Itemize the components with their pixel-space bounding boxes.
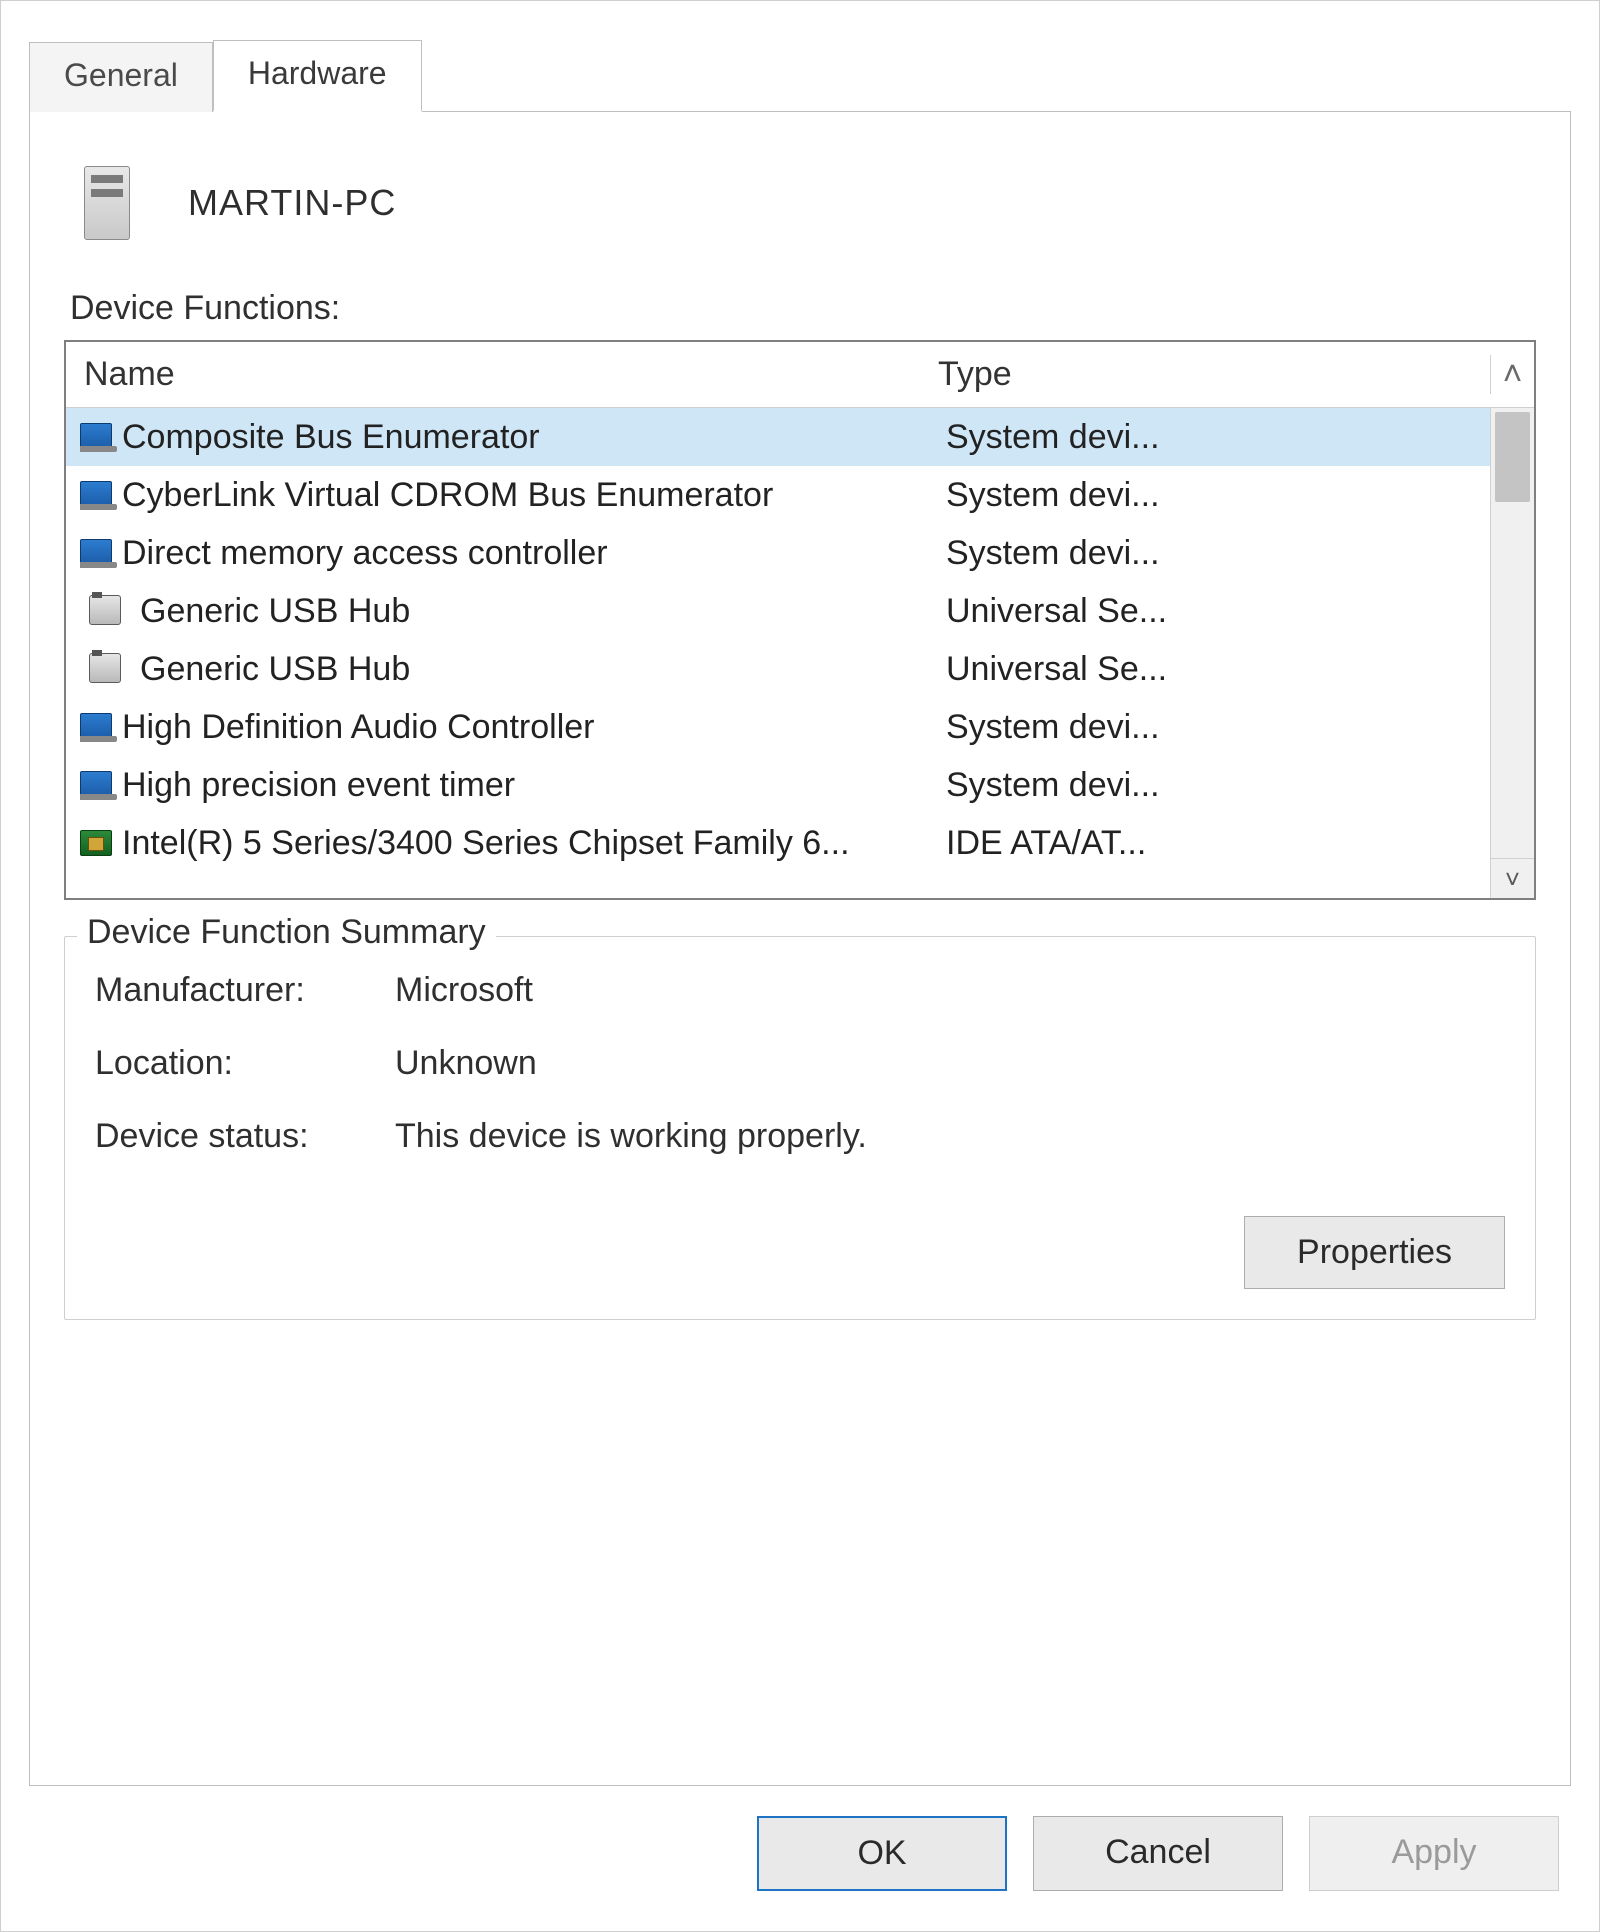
device-name-cell: Intel(R) 5 Series/3400 Series Chipset Fa…	[80, 824, 926, 863]
system-device-icon	[80, 771, 112, 799]
device-name: Composite Bus Enumerator	[122, 418, 540, 457]
device-functions-list[interactable]: Name Type ˄ Composite Bus Enumerator Syst…	[64, 340, 1536, 900]
properties-button[interactable]: Properties	[1244, 1216, 1505, 1289]
device-name: Generic USB Hub	[140, 592, 410, 631]
summary-title: Device Function Summary	[77, 913, 496, 952]
device-row[interactable]: Generic USB Hub Universal Se...	[66, 582, 1490, 640]
chipset-device-icon	[80, 830, 112, 856]
scroll-up-button[interactable]: ˄	[1490, 355, 1534, 394]
device-row[interactable]: CyberLink Virtual CDROM Bus Enumerator Sy…	[66, 466, 1490, 524]
computer-icon	[78, 160, 148, 245]
device-type: System devi...	[934, 766, 1490, 805]
tab-hardware[interactable]: Hardware	[213, 40, 422, 112]
tab-strip: General Hardware	[1, 1, 1599, 111]
hardware-panel: MARTIN-PC Device Functions: Name Type ˄ …	[29, 111, 1571, 1786]
device-status-value: This device is working properly.	[395, 1117, 1505, 1156]
device-name-cell: Generic USB Hub	[80, 650, 926, 689]
device-type: IDE ATA/AT...	[934, 824, 1490, 863]
usb-device-icon	[89, 653, 121, 683]
location-value: Unknown	[395, 1044, 1505, 1083]
device-name: High precision event timer	[122, 766, 515, 805]
ok-button[interactable]: OK	[757, 1816, 1007, 1891]
device-name: Generic USB Hub	[140, 650, 410, 689]
computer-header: MARTIN-PC	[78, 160, 1536, 245]
device-name-cell: CyberLink Virtual CDROM Bus Enumerator	[80, 476, 926, 515]
device-function-summary-group: Device Function Summary Manufacturer: Mi…	[64, 936, 1536, 1320]
scroll-down-button[interactable]: ˅	[1491, 858, 1534, 898]
manufacturer-value: Microsoft	[395, 971, 1505, 1010]
device-row[interactable]: Composite Bus Enumerator System devi...	[66, 408, 1490, 466]
scrollbar-thumb[interactable]	[1495, 412, 1530, 502]
system-device-icon	[80, 539, 112, 567]
device-status-label: Device status:	[95, 1117, 395, 1156]
manufacturer-label: Manufacturer:	[95, 971, 395, 1010]
device-name-cell: Direct memory access controller	[80, 534, 926, 573]
properties-dialog: General Hardware MARTIN-PC Device Functi…	[0, 0, 1600, 1932]
computer-name: MARTIN-PC	[188, 182, 396, 224]
device-row[interactable]: High precision event timer System devi...	[66, 756, 1490, 814]
device-row[interactable]: Direct memory access controller System de…	[66, 524, 1490, 582]
device-type: System devi...	[934, 476, 1490, 515]
device-type: Universal Se...	[934, 650, 1490, 689]
usb-device-icon	[89, 595, 121, 625]
device-name: CyberLink Virtual CDROM Bus Enumerator	[122, 476, 773, 515]
dialog-button-row: OK Cancel Apply	[1, 1786, 1599, 1931]
cancel-button[interactable]: Cancel	[1033, 1816, 1283, 1891]
device-row[interactable]: Intel(R) 5 Series/3400 Series Chipset Fa…	[66, 814, 1490, 872]
device-name: Direct memory access controller	[122, 534, 608, 573]
location-label: Location:	[95, 1044, 395, 1083]
device-type: System devi...	[934, 708, 1490, 747]
device-type: System devi...	[934, 534, 1490, 573]
column-header-type[interactable]: Type	[926, 355, 1490, 394]
system-device-icon	[80, 481, 112, 509]
device-name: Intel(R) 5 Series/3400 Series Chipset Fa…	[122, 824, 850, 863]
system-device-icon	[80, 713, 112, 741]
list-header: Name Type ˄	[66, 342, 1534, 408]
device-functions-label: Device Functions:	[70, 289, 1536, 328]
column-header-name[interactable]: Name	[66, 355, 926, 394]
device-type: System devi...	[934, 418, 1490, 457]
list-rows: Composite Bus EnumeratorSystem devi...Cy…	[66, 408, 1490, 898]
vertical-scrollbar[interactable]: ˅	[1490, 408, 1534, 898]
device-name-cell: Generic USB Hub	[80, 592, 926, 631]
device-row[interactable]: High Definition Audio Controller System d…	[66, 698, 1490, 756]
device-name-cell: High Definition Audio Controller	[80, 708, 926, 747]
device-row[interactable]: Generic USB Hub Universal Se...	[66, 640, 1490, 698]
device-type: Universal Se...	[934, 592, 1490, 631]
device-name-cell: High precision event timer	[80, 766, 926, 805]
apply-button: Apply	[1309, 1816, 1559, 1891]
tab-general[interactable]: General	[29, 42, 213, 112]
device-name: High Definition Audio Controller	[122, 708, 594, 747]
system-device-icon	[80, 423, 112, 451]
device-name-cell: Composite Bus Enumerator	[80, 418, 926, 457]
